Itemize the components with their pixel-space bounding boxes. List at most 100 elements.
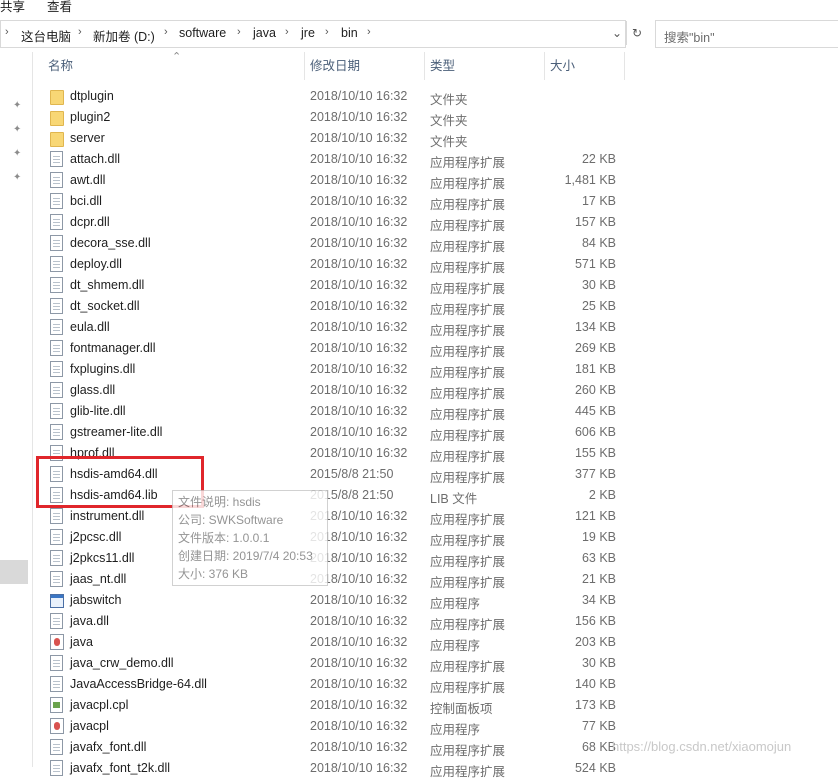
file-date: 2018/10/10 16:32 — [310, 236, 408, 250]
chevron-right-icon[interactable]: › — [164, 26, 168, 38]
file-size: 445 KB — [574, 404, 616, 418]
file-size: 77 KB — [581, 719, 616, 733]
file-row[interactable]: fontmanager.dll 2018/10/10 16:32 应用程序扩展 269… — [36, 338, 626, 359]
file-type: 应用程序扩展 — [430, 408, 506, 422]
dll-file-icon — [50, 193, 63, 209]
file-row[interactable]: j2pkcs11.dll 2018/10/10 16:32 应用程序扩展 63 KB — [36, 548, 626, 569]
folder-icon — [50, 132, 64, 147]
file-date: 2018/10/10 16:32 — [310, 698, 408, 712]
breadcrumb-bin[interactable]: bin — [341, 26, 358, 40]
file-name: server — [70, 131, 105, 145]
file-row[interactable]: jaas_nt.dll 2018/10/10 16:32 应用程序扩展 21 KB — [36, 569, 626, 590]
breadcrumb-jre[interactable]: jre — [301, 26, 315, 40]
dll-file-icon — [50, 613, 63, 629]
breadcrumb-this-pc[interactable]: 这台电脑 — [21, 26, 71, 45]
file-size: 34 KB — [581, 593, 616, 607]
file-row[interactable]: JavaAccessBridge-64.dll 2018/10/10 16:32 应… — [36, 674, 626, 695]
address-bar[interactable]: › 这台电脑 › 新加卷 (D:) › software › java › jr… — [0, 20, 626, 48]
chevron-right-icon[interactable]: › — [237, 26, 241, 38]
pin-icon[interactable]: ✦ — [13, 148, 23, 160]
file-date: 2018/10/10 16:32 — [310, 341, 408, 355]
column-header: ⌃ 名称 修改日期 类型 大小 — [36, 51, 626, 82]
nav-selected-item[interactable] — [0, 560, 28, 584]
breadcrumb-java[interactable]: java — [253, 26, 276, 40]
file-name: j2pcsc.dll — [70, 530, 122, 544]
breadcrumb-software[interactable]: software — [179, 26, 226, 40]
refresh-icon[interactable]: ↻ — [626, 21, 647, 45]
column-name[interactable]: 名称 — [42, 52, 304, 82]
breadcrumb-drive[interactable]: 新加卷 (D:) — [93, 26, 155, 45]
column-date[interactable]: 修改日期 — [304, 52, 424, 82]
ribbon-tab-share[interactable]: 共享 — [0, 0, 25, 14]
file-name: javacpl.cpl — [70, 698, 129, 712]
file-row[interactable]: java_crw_demo.dll 2018/10/10 16:32 应用程序扩展 3… — [36, 653, 626, 674]
pin-icon[interactable]: ✦ — [13, 100, 23, 112]
file-row[interactable]: decora_sse.dll 2018/10/10 16:32 应用程序扩展 84 K… — [36, 233, 626, 254]
file-row[interactable]: javafx_font_t2k.dll 2018/10/10 16:32 应用程序扩… — [36, 758, 626, 779]
dll-file-icon — [50, 340, 63, 356]
column-size[interactable]: 大小 — [544, 52, 624, 82]
file-row[interactable]: attach.dll 2018/10/10 16:32 应用程序扩展 22 KB — [36, 149, 626, 170]
file-row[interactable]: plugin2 2018/10/10 16:32 文件夹 — [36, 107, 626, 128]
cpl-file-icon — [50, 697, 63, 713]
file-row[interactable]: java 2018/10/10 16:32 应用程序 203 KB — [36, 632, 626, 653]
file-row[interactable]: deploy.dll 2018/10/10 16:32 应用程序扩展 571 KB — [36, 254, 626, 275]
search-input[interactable]: 搜索"bin" — [655, 20, 838, 48]
tooltip-size: 大小: 376 KB — [178, 567, 249, 581]
file-type: 应用程序扩展 — [430, 534, 506, 548]
file-row[interactable]: bci.dll 2018/10/10 16:32 应用程序扩展 17 KB — [36, 191, 626, 212]
file-row[interactable]: javafx_font.dll 2018/10/10 16:32 应用程序扩展 68 … — [36, 737, 626, 758]
file-date: 2018/10/10 16:32 — [310, 635, 408, 649]
file-name: dcpr.dll — [70, 215, 110, 229]
file-row[interactable]: instrument.dll 2018/10/10 16:32 应用程序扩展 121 … — [36, 506, 626, 527]
column-type[interactable]: 类型 — [424, 52, 544, 82]
file-row[interactable]: awt.dll 2018/10/10 16:32 应用程序扩展 1,481 KB — [36, 170, 626, 191]
file-size: 2 KB — [588, 488, 616, 502]
file-row[interactable]: glib-lite.dll 2018/10/10 16:32 应用程序扩展 445 K… — [36, 401, 626, 422]
file-size: 17 KB — [581, 194, 616, 208]
file-row[interactable]: dcpr.dll 2018/10/10 16:32 应用程序扩展 157 KB — [36, 212, 626, 233]
file-row[interactable]: eula.dll 2018/10/10 16:32 应用程序扩展 134 KB — [36, 317, 626, 338]
chevron-right-icon[interactable]: › — [5, 26, 9, 38]
file-type: 文件夹 — [430, 114, 468, 128]
file-date: 2018/10/10 16:32 — [310, 719, 408, 733]
dll-file-icon — [50, 214, 63, 230]
file-row[interactable]: dtplugin 2018/10/10 16:32 文件夹 — [36, 86, 626, 107]
file-name: dt_socket.dll — [70, 299, 140, 313]
file-size: 269 KB — [574, 341, 616, 355]
dll-file-icon — [50, 571, 63, 587]
column-divider[interactable] — [624, 52, 625, 80]
file-name: plugin2 — [70, 110, 111, 124]
file-type: 应用程序扩展 — [430, 261, 506, 275]
file-row[interactable]: gstreamer-lite.dll 2018/10/10 16:32 应用程序扩展… — [36, 422, 626, 443]
file-row[interactable]: dt_socket.dll 2018/10/10 16:32 应用程序扩展 25 KB — [36, 296, 626, 317]
dll-file-icon — [50, 298, 63, 314]
file-row[interactable]: fxplugins.dll 2018/10/10 16:32 应用程序扩展 181 K… — [36, 359, 626, 380]
file-name: gstreamer-lite.dll — [70, 425, 163, 439]
file-name: java.dll — [70, 614, 109, 628]
file-date: 2018/10/10 16:32 — [310, 614, 408, 628]
file-row[interactable]: glass.dll 2018/10/10 16:32 应用程序扩展 260 KB — [36, 380, 626, 401]
file-row[interactable]: jabswitch 2018/10/10 16:32 应用程序 34 KB — [36, 590, 626, 611]
file-row[interactable]: java.dll 2018/10/10 16:32 应用程序扩展 156 KB — [36, 611, 626, 632]
file-size: 19 KB — [581, 530, 616, 544]
chevron-right-icon[interactable]: › — [367, 26, 371, 38]
ribbon-tab-view[interactable]: 查看 — [47, 0, 72, 14]
file-row[interactable]: server 2018/10/10 16:32 文件夹 — [36, 128, 626, 149]
java-exe-icon — [50, 634, 64, 650]
file-row[interactable]: dt_shmem.dll 2018/10/10 16:32 应用程序扩展 30 KB — [36, 275, 626, 296]
pin-icon[interactable]: ✦ — [13, 172, 23, 184]
file-name: fxplugins.dll — [70, 362, 136, 376]
file-row[interactable]: javacpl 2018/10/10 16:32 应用程序 77 KB — [36, 716, 626, 737]
chevron-right-icon[interactable]: › — [78, 26, 82, 38]
chevron-down-icon[interactable]: ⌄ — [608, 21, 626, 45]
file-date: 2018/10/10 16:32 — [310, 131, 408, 145]
address-bar-row: › 这台电脑 › 新加卷 (D:) › software › java › jr… — [0, 20, 838, 48]
pin-icon[interactable]: ✦ — [13, 124, 23, 136]
chevron-right-icon[interactable]: › — [285, 26, 289, 38]
file-date: 2018/10/10 16:32 — [310, 110, 408, 124]
file-name: awt.dll — [70, 173, 106, 187]
chevron-right-icon[interactable]: › — [325, 26, 329, 38]
file-row[interactable]: javacpl.cpl 2018/10/10 16:32 控制面板项 173 KB — [36, 695, 626, 716]
file-row[interactable]: j2pcsc.dll 2018/10/10 16:32 应用程序扩展 19 KB — [36, 527, 626, 548]
